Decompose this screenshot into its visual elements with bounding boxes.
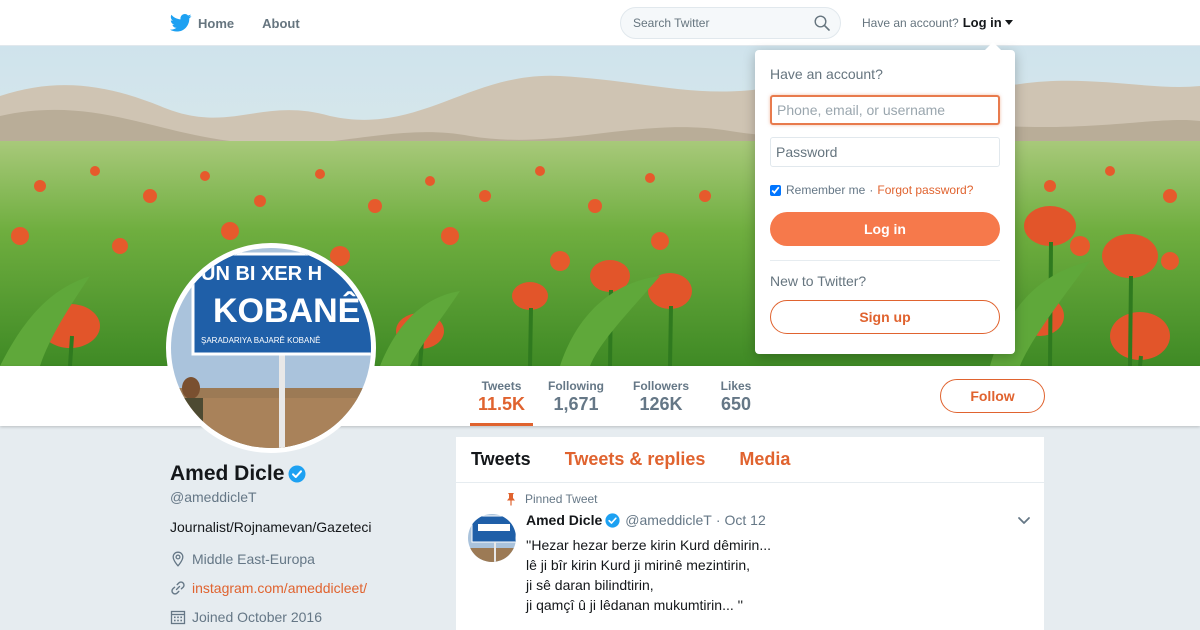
stat-label: Tweets [481,379,522,393]
remember-me-label[interactable]: Remember me [786,183,865,197]
remember-me-checkbox[interactable] [770,184,781,196]
profile-location: Middle East-Europa [170,549,430,569]
sign-line-1: UN BI XER H [201,263,322,285]
profile-joined: Joined October 2016 [170,607,430,627]
tweet-text-line: ji qamçî û ji lêdanan mukumtirin... '' [526,597,743,613]
profile-website: instagram.com/ameddicleet/ [170,578,430,598]
forgot-password-link[interactable]: Forgot password? [877,183,973,197]
nav-about-link[interactable]: About [262,16,300,31]
remember-row: Remember me · Forgot password? [770,183,973,197]
pin-icon [507,493,515,506]
verified-badge-icon [605,512,620,528]
login-heading: Have an account? [770,66,883,82]
pinned-indicator: Pinned Tweet [504,492,598,506]
divider [770,260,1000,261]
sign-line-3: ŞARADARIYA BAJARÊ KOBANÊ [201,336,320,345]
stat-following[interactable]: Following 1,671 [546,366,606,426]
follow-button[interactable]: Follow [940,379,1045,413]
timeline: Tweets Tweets & replies Media Pinned Twe… [456,437,1044,630]
login-dropdown: Have an account? Remember me · Forgot pa… [755,42,1015,354]
stat-value: 650 [720,394,752,414]
avatar-photo: UN BI XER H KOBANÊ ŞARADARIYA BAJARÊ KOB… [171,248,371,448]
nav-home-link[interactable]: Home [198,16,234,31]
stat-likes[interactable]: Likes 650 [716,366,756,426]
pinned-tweet[interactable]: Pinned Tweet Amed Dicle @ameddicleT · Oc… [456,483,1044,630]
calendar-icon [170,610,186,625]
tweet-text-line: lê ji bîr kirin Kurd ji mirinê mezintiri… [526,557,751,573]
profile-name-row: Amed Dicle [170,462,430,486]
login-dropdown-toggle[interactable]: Log in [963,15,1002,30]
profile-card: Amed Dicle @ameddicleT Journalist/Rojnam… [170,462,430,627]
stat-followers[interactable]: Followers 126K [630,366,692,426]
joined-text: Joined October 2016 [192,609,322,625]
search-box [620,7,841,39]
login-button[interactable]: Log in [770,212,1000,246]
twitter-bird-icon[interactable] [170,14,192,32]
stat-tweets[interactable]: Tweets 11.5K [470,366,533,426]
password-field[interactable] [770,137,1000,167]
search-input[interactable] [621,8,811,38]
chevron-down-icon[interactable] [1017,516,1031,526]
pinned-label: Pinned Tweet [525,492,598,506]
tweet-author-name[interactable]: Amed Dicle [526,512,602,528]
link-icon [171,581,185,595]
tweet-separator: · [715,512,721,528]
stat-label: Likes [720,379,752,393]
username-field[interactable] [770,95,1000,125]
profile-name[interactable]: Amed Dicle [170,462,284,486]
caret-down-icon[interactable] [1004,20,1013,25]
stat-value: 1,671 [553,394,599,414]
tweet-text-line: ''Hezar hezar berze kirin Kurd dêmirin..… [526,537,771,553]
new-to-twitter-text: New to Twitter? [770,273,867,289]
sign-line-2: KOBANÊ [213,292,360,330]
stat-label: Following [548,379,604,393]
stat-value: 126K [639,394,683,414]
location-pin-icon [172,551,184,567]
account-prompt: Have an account? [862,15,959,30]
profile-bio: Journalist/Rojnamevan/Gazeteci [170,519,372,535]
tweet-text: ''Hezar hezar berze kirin Kurd dêmirin..… [526,535,1026,615]
tweet-header: Amed Dicle @ameddicleT · Oct 12 [526,512,766,528]
verified-badge-icon [288,465,306,483]
tweet-text-line: ji sê daran bilindtirin, [526,577,654,593]
profile-handle[interactable]: @ameddicleT [170,489,430,505]
profile-avatar[interactable]: UN BI XER H KOBANÊ ŞARADARIYA BAJARÊ KOB… [166,243,376,453]
signup-button[interactable]: Sign up [770,300,1000,334]
top-navigation-bar: Home About Have an account? Log in [0,0,1200,46]
location-text: Middle East-Europa [192,551,315,567]
remember-separator: · [869,183,874,197]
timeline-tabs: Tweets Tweets & replies Media [456,437,1044,483]
website-link[interactable]: instagram.com/ameddicleet/ [192,580,367,596]
account-menu: Have an account? Log in [862,15,1013,30]
tweet-author-handle[interactable]: @ameddicleT [625,512,712,528]
tab-media[interactable]: Media [739,449,790,470]
tweet-avatar-photo [468,514,516,562]
tab-tweets[interactable]: Tweets [471,449,531,470]
search-icon[interactable] [814,15,830,31]
stat-value: 11.5K [477,394,526,414]
tab-tweets-replies[interactable]: Tweets & replies [565,449,706,470]
nav-left: Home About [170,0,300,46]
tweet-avatar[interactable] [468,514,516,562]
stat-label: Followers [632,379,689,393]
tweet-timestamp[interactable]: Oct 12 [725,512,766,528]
